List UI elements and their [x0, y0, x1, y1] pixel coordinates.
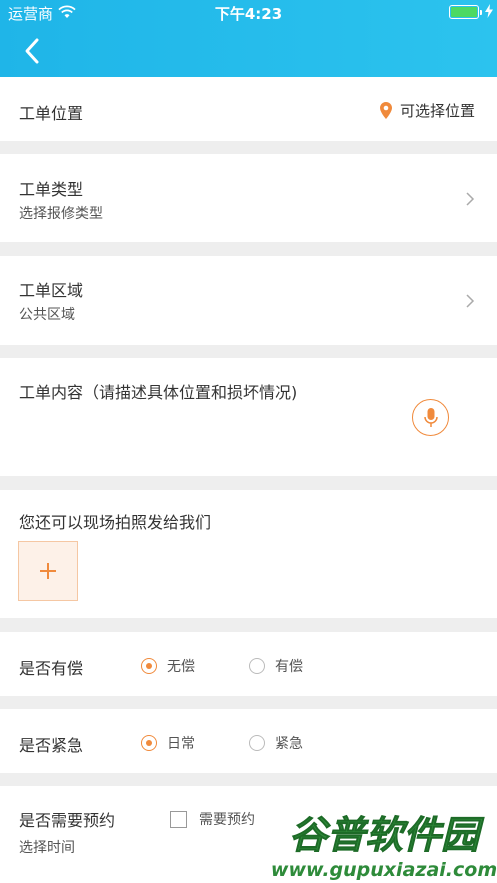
content-label: 工单内容（请描述具体位置和损坏情况)	[19, 383, 298, 402]
watermark-logo: 谷普软件园 www.gupuxiazai.com	[271, 813, 497, 881]
microphone-icon	[423, 407, 438, 427]
location-pin-icon	[380, 102, 392, 119]
radio-free[interactable]: 无偿	[141, 656, 195, 676]
radio-unchecked-icon	[249, 658, 265, 674]
voice-input-button[interactable]	[412, 399, 449, 436]
area-row[interactable]: 工单区域 公共区域	[0, 256, 497, 345]
select-location-label: 可选择位置	[400, 102, 476, 120]
charging-icon	[485, 4, 493, 18]
type-value: 选择报修类型	[19, 206, 103, 222]
type-label: 工单类型	[19, 180, 84, 199]
appointment-label: 是否需要预约	[19, 811, 116, 830]
checkbox-icon	[170, 810, 187, 828]
status-time: 下午4:23	[214, 5, 283, 23]
type-row[interactable]: 工单类型 选择报修类型	[0, 154, 497, 242]
status-bar: 运营商 下午4:23	[0, 0, 497, 26]
svg-text:www.gupuxiazai.com: www.gupuxiazai.com	[271, 859, 497, 881]
radio-paid[interactable]: 有偿	[249, 656, 303, 676]
chevron-right-icon	[466, 192, 475, 206]
paid-label: 是否有偿	[19, 659, 84, 678]
radio-checked-icon	[141, 658, 157, 674]
appointment-checkbox[interactable]: 需要预约	[170, 809, 255, 829]
radio-free-label: 无偿	[167, 659, 195, 675]
plus-icon	[40, 563, 56, 579]
urgent-label: 是否紧急	[19, 736, 84, 755]
back-icon[interactable]	[18, 36, 48, 66]
radio-paid-label: 有偿	[275, 659, 303, 675]
radio-checked-icon	[141, 735, 157, 751]
nav-header: 运营商 下午4:23	[0, 0, 497, 77]
svg-text:谷普软件园: 谷普软件园	[289, 813, 485, 857]
radio-unchecked-icon	[249, 735, 265, 751]
battery-cap	[480, 10, 482, 15]
radio-normal-label: 日常	[167, 736, 195, 752]
location-label: 工单位置	[19, 104, 84, 123]
chevron-right-icon	[466, 294, 475, 308]
battery-icon	[449, 5, 479, 19]
radio-urgent-label: 紧急	[275, 736, 303, 752]
area-value: 公共区域	[19, 307, 75, 323]
select-location-button[interactable]: 可选择位置	[380, 100, 475, 121]
photo-label: 您还可以现场拍照发给我们	[19, 513, 212, 532]
select-time-link[interactable]: 选择时间	[19, 837, 75, 857]
radio-urgent[interactable]: 紧急	[249, 733, 303, 753]
watermark: 谷普软件园 www.gupuxiazai.com	[271, 804, 497, 883]
appointment-checkbox-label: 需要预约	[199, 812, 255, 828]
add-photo-button[interactable]	[18, 541, 78, 601]
area-label: 工单区域	[19, 281, 84, 300]
radio-normal[interactable]: 日常	[141, 733, 195, 753]
